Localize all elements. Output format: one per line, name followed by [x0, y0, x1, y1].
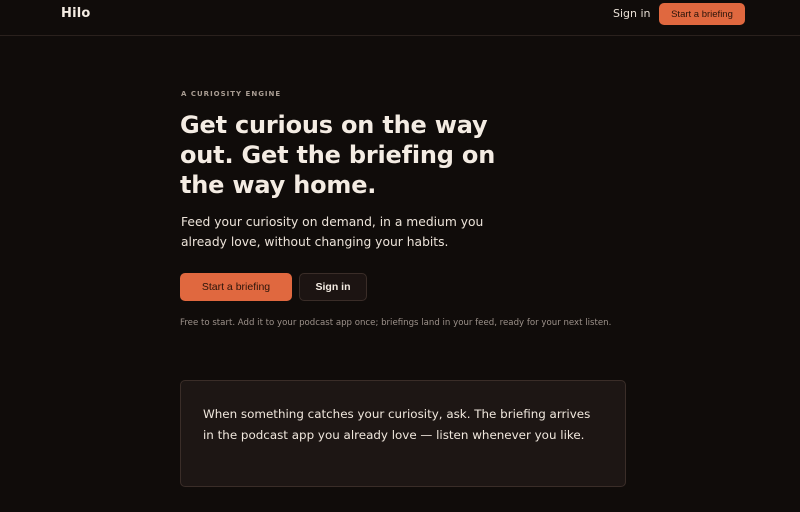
info-card: When something catches your curiosity, a… [180, 380, 626, 487]
start-briefing-button[interactable]: Start a briefing [180, 273, 292, 301]
nav-start-briefing-button[interactable]: Start a briefing [659, 3, 745, 25]
hero-fineprint: Free to start. Add it to your podcast ap… [180, 318, 612, 328]
info-card-text: When something catches your curiosity, a… [203, 407, 591, 442]
sign-in-button[interactable]: Sign in [299, 273, 367, 301]
hero-subhead: Feed your curiosity on demand, in a medi… [181, 215, 484, 249]
brand-logo[interactable]: Hilo [61, 6, 91, 21]
hero-eyebrow: A CURIOSITY ENGINE [181, 90, 282, 98]
hero-headline: Get curious on the way out. Get the brie… [180, 111, 496, 199]
top-nav: Hilo Sign in Start a briefing [0, 0, 800, 36]
nav-sign-in-link[interactable]: Sign in [613, 7, 651, 20]
